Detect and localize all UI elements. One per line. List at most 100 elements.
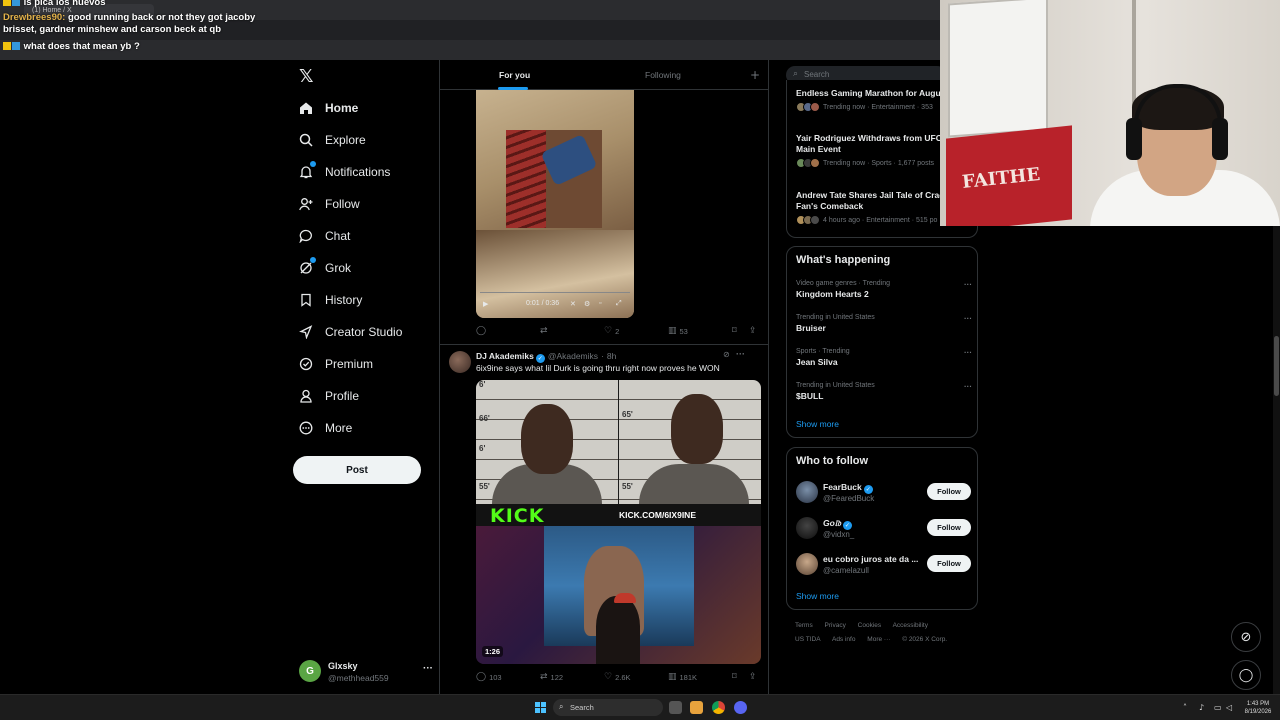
- post-video[interactable]: ▶ 0:01 / 0:36 ✕ ⚙ ▫ ⤢: [476, 90, 634, 318]
- nav-item-home[interactable]: Home: [298, 96, 358, 120]
- author-name[interactable]: DJ Akademiks: [476, 351, 534, 361]
- height-label: 65': [622, 410, 633, 419]
- browser-address-bar[interactable]: [0, 40, 940, 60]
- more-dots-icon[interactable]: ···: [964, 314, 972, 323]
- chat-text: what does that mean yb ?: [23, 41, 140, 52]
- follow-suggestion[interactable]: Go𝔩𝔡 ✓ @vidxn_ Follow: [796, 516, 972, 542]
- system-clock[interactable]: 1:43 PM 8/19/2026: [1240, 700, 1276, 716]
- nav-item-grok[interactable]: Grok: [298, 256, 351, 280]
- more-dots-icon[interactable]: ···: [423, 663, 433, 674]
- windows-start-icon[interactable]: [535, 702, 546, 713]
- repost-button[interactable]: ⇄ 122: [540, 672, 563, 682]
- more-dots-icon[interactable]: ···: [964, 280, 972, 289]
- trend-item[interactable]: Trending in United States Bruiser ···: [796, 314, 972, 333]
- account-switcher[interactable]: G Glxsky @methhead559 ···: [299, 660, 433, 686]
- show-more-link[interactable]: Show more: [796, 419, 839, 429]
- file-explorer-icon[interactable]: [690, 701, 703, 714]
- avatar[interactable]: [449, 351, 471, 373]
- trend-item[interactable]: Trending in United States $BULL ···: [796, 382, 972, 401]
- footer-link[interactable]: Accessibility: [893, 622, 928, 629]
- post-header: DJ Akademiks ✓ @Akademiks · 8h: [476, 351, 616, 363]
- mic-icon[interactable]: ♪: [1199, 703, 1204, 712]
- like-button[interactable]: ♡ 2: [604, 326, 619, 336]
- footer-link[interactable]: Privacy: [825, 622, 846, 629]
- reply-button[interactable]: ◯ 103: [476, 672, 502, 682]
- nav-label: Profile: [325, 389, 360, 403]
- more-dots-icon[interactable]: ···: [964, 348, 972, 357]
- post-video[interactable]: 6' 66' 6' 55' 65' 55' KICK KICK.COM/6IX9…: [476, 380, 761, 664]
- news-item[interactable]: Endless Gaming Marathon for August Trend…: [796, 88, 948, 112]
- like-button[interactable]: ♡ 2.6K: [604, 672, 631, 682]
- footer-link[interactable]: Ads info: [832, 636, 856, 643]
- post[interactable]: DJ Akademiks ✓ @Akademiks · 8h ⊘ ··· 6ix9ine…: [440, 345, 768, 690]
- news-item[interactable]: Yair Rodriguez Withdraws from UFC Main E…: [796, 133, 942, 168]
- settings-icon[interactable]: ⚙: [584, 300, 590, 308]
- play-icon[interactable]: ▶: [483, 300, 488, 308]
- discord-icon[interactable]: [734, 701, 747, 714]
- page-scrollbar[interactable]: [1273, 226, 1280, 694]
- scrollbar-thumb[interactable]: [1274, 336, 1279, 396]
- tab-for-you[interactable]: For you: [499, 70, 530, 80]
- mute-icon[interactable]: ✕: [570, 300, 576, 308]
- nav-item-follow[interactable]: Follow: [298, 192, 360, 216]
- follow-button[interactable]: Follow: [927, 555, 971, 572]
- post-actions: ◯ 103 ⇄ 122 ♡ 2.6K ▥ 181K ⌑ ⇪: [476, 672, 757, 684]
- footer-link[interactable]: More ···: [867, 636, 890, 643]
- share-button[interactable]: ⇪: [749, 672, 760, 682]
- trend-item[interactable]: Video game genres · Trending Kingdom Hea…: [796, 280, 972, 299]
- views-icon: ▥: [668, 326, 677, 336]
- footer-links: Terms Privacy Cookies Accessibility: [795, 622, 938, 629]
- avatar[interactable]: [796, 481, 818, 503]
- nav-item-premium[interactable]: Premium: [298, 352, 373, 376]
- nav-item-creator-studio[interactable]: Creator Studio: [298, 320, 402, 344]
- post-button[interactable]: Post: [293, 456, 421, 484]
- nav-label: Explore: [325, 133, 366, 147]
- bookmark-button[interactable]: ⌑: [732, 672, 740, 682]
- taskbar-search[interactable]: ⌕ Search: [553, 699, 663, 716]
- avatar[interactable]: [796, 517, 818, 539]
- nav-item-history[interactable]: History: [298, 288, 362, 312]
- tab-following[interactable]: Following: [645, 70, 681, 80]
- messages-floating-button[interactable]: ◯: [1231, 660, 1261, 690]
- grok-icon[interactable]: ⊘: [723, 350, 730, 359]
- footer-link[interactable]: Cookies: [858, 622, 881, 629]
- nav-item-notifications[interactable]: Notifications: [298, 160, 390, 184]
- chrome-icon[interactable]: [712, 701, 725, 714]
- repost-button[interactable]: ⇄: [540, 326, 551, 336]
- footer-link[interactable]: US TIDA: [795, 636, 821, 643]
- follow-suggestion[interactable]: FearBuck ✓ @FearedBuck Follow: [796, 480, 972, 506]
- nav-item-more[interactable]: More: [298, 416, 352, 440]
- grok-floating-button[interactable]: ⊘: [1231, 622, 1261, 652]
- chat-bubble-icon: ◯: [1238, 667, 1254, 683]
- task-view-icon[interactable]: [669, 701, 682, 714]
- nav-item-explore[interactable]: Explore: [298, 128, 366, 152]
- more-dots-icon[interactable]: ···: [736, 349, 745, 359]
- network-icon[interactable]: ▭: [1214, 703, 1222, 712]
- suggestion-handle: @vidxn_: [823, 530, 855, 539]
- views-button[interactable]: ▥ 181K: [668, 672, 697, 682]
- video-progress-bar[interactable]: [480, 292, 630, 293]
- views-button[interactable]: ▥ 53: [668, 326, 688, 336]
- fullscreen-icon[interactable]: ⤢: [616, 300, 622, 308]
- share-button[interactable]: ⇪: [749, 326, 760, 336]
- add-tab-icon[interactable]: +: [750, 68, 760, 82]
- reply-button[interactable]: ◯: [476, 326, 489, 336]
- bookmark-button[interactable]: ⌑: [732, 326, 740, 336]
- volume-icon[interactable]: ◁: [1226, 703, 1232, 712]
- trend-item[interactable]: Sports · Trending Jean Silva ···: [796, 348, 972, 367]
- news-item[interactable]: Andrew Tate Shares Jail Tale of Crack Fa…: [796, 190, 949, 225]
- tray-chevron-icon[interactable]: ˄: [1183, 703, 1187, 712]
- chat-text: good running back or not they got jacoby: [67, 12, 256, 23]
- nav-item-chat[interactable]: Chat: [298, 224, 350, 248]
- follow-button[interactable]: Follow: [927, 519, 971, 536]
- chat-badge-icon: [12, 0, 20, 6]
- follow-button[interactable]: Follow: [927, 483, 971, 500]
- show-more-link[interactable]: Show more: [796, 591, 839, 601]
- more-dots-icon[interactable]: ···: [964, 382, 972, 391]
- pip-icon[interactable]: ▫: [599, 300, 601, 307]
- nav-item-profile[interactable]: Profile: [298, 384, 359, 408]
- follow-suggestion[interactable]: eu cobro juros ate da ... @camelazull Fo…: [796, 552, 972, 578]
- avatar[interactable]: [796, 553, 818, 575]
- x-logo[interactable]: 𝕏: [299, 66, 314, 87]
- footer-link[interactable]: Terms: [795, 622, 813, 629]
